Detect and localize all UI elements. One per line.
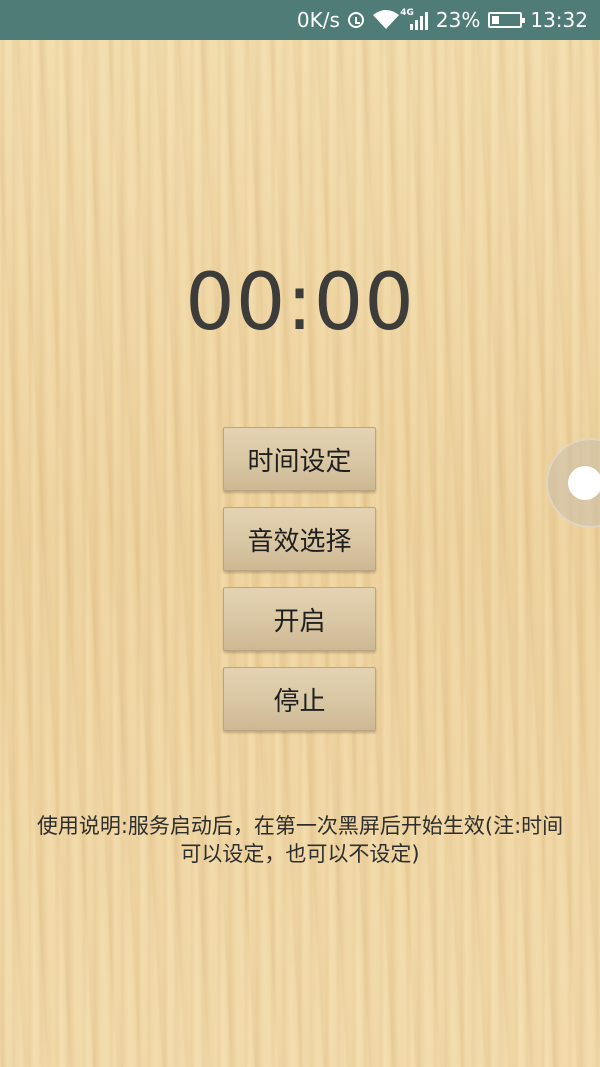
status-bar: 0K/s 4G 23% 13:32 [0,0,600,40]
time-setting-button[interactable]: 时间设定 [223,427,376,491]
instructions-line-1: 使用说明:服务启动后，在第一次黑屏后开始生效(注:时间 [36,814,564,838]
start-button[interactable]: 开启 [223,587,376,651]
app-screen: 0K/s 4G 23% 13:32 00:00 时间设定 音效选择 开启 停止 … [0,0,600,1067]
wifi-icon: 4G [372,8,414,30]
instructions-line-2: 可以设定，也可以不设定) [180,842,420,866]
floating-assistive-button[interactable] [546,438,600,528]
countdown-timer: 00:00 [185,258,415,348]
alarm-icon [347,12,364,28]
usage-instructions: 使用说明:服务启动后，在第一次黑屏后开始生效(注:时间 可以设定，也可以不设定) [0,812,600,868]
net-speed: 0K/s [296,8,340,32]
battery-percent: 23% [435,8,481,32]
battery-icon [488,12,526,28]
sound-select-button[interactable]: 音效选择 [223,507,376,571]
floating-ball-icon [568,466,600,500]
stop-button[interactable]: 停止 [223,667,376,731]
network-type-label: 4G [400,8,414,18]
clock-time: 13:32 [530,8,588,32]
